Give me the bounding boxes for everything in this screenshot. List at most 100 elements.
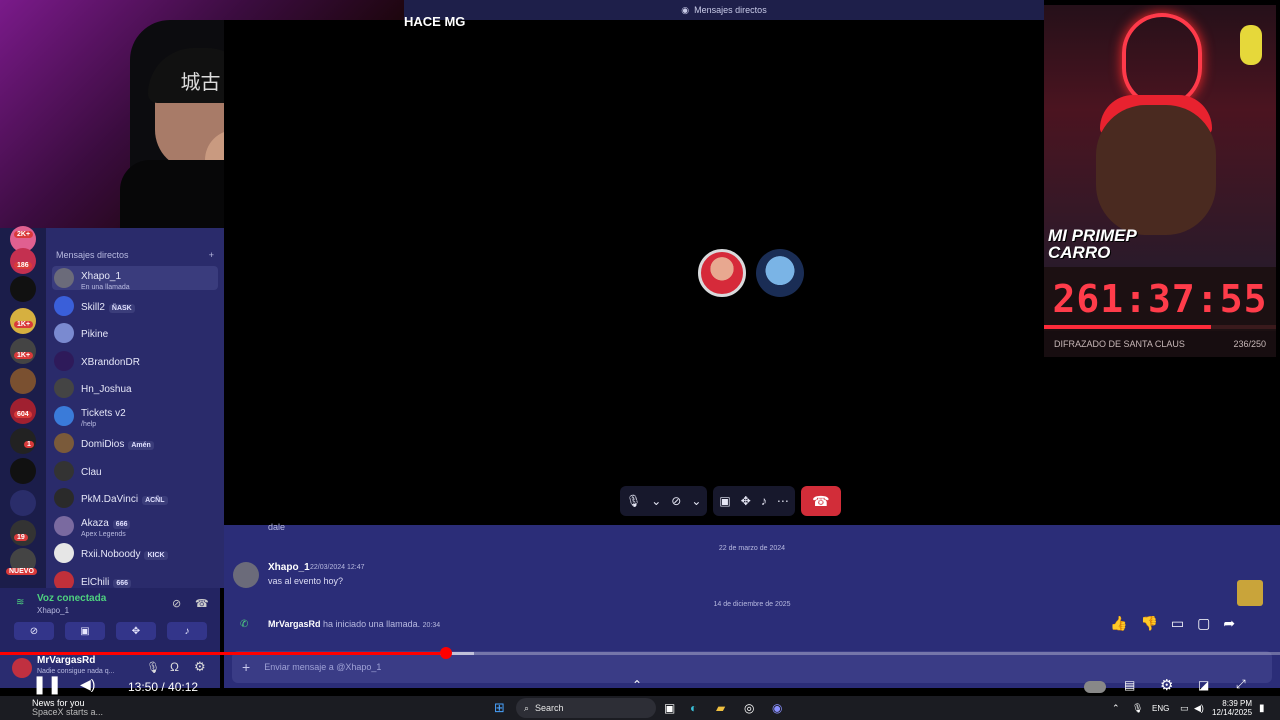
activities-icon: ✥ bbox=[131, 625, 141, 637]
discord-icon[interactable]: ◉ bbox=[772, 696, 782, 720]
taskbar-search[interactable]: ⌕ Search bbox=[516, 698, 656, 718]
language-indicator[interactable]: ENG bbox=[1152, 696, 1169, 720]
clock-time: 8:39 PM bbox=[1222, 699, 1253, 708]
badge: 186 bbox=[14, 262, 32, 269]
avatar[interactable] bbox=[233, 562, 259, 588]
video-actions: 👍 👎 ▭ ▢ ➦ bbox=[1110, 615, 1235, 632]
banana-icon bbox=[1240, 25, 1262, 65]
soundboard-icon[interactable]: ♪ bbox=[761, 494, 767, 508]
soundboard-button[interactable]: ♪ bbox=[167, 622, 207, 640]
sticker-icon[interactable] bbox=[1237, 580, 1263, 606]
badge: 19 bbox=[14, 534, 28, 541]
dm-tag: ÑASK bbox=[108, 303, 135, 313]
activity-button[interactable]: ✥ bbox=[116, 622, 156, 640]
hangup-button[interactable]: ☎ bbox=[800, 486, 841, 516]
volume-icon[interactable]: ◀) bbox=[1194, 696, 1204, 720]
discord-icon: ◉ bbox=[681, 4, 690, 15]
activities-icon[interactable]: ✥ bbox=[741, 494, 751, 508]
chrome-icon[interactable]: ◎ bbox=[744, 696, 754, 720]
avatar bbox=[54, 543, 74, 563]
dm-item[interactable]: Pikine bbox=[52, 321, 218, 345]
participant-avatar[interactable] bbox=[756, 249, 804, 297]
message-author[interactable]: Xhapo_1 bbox=[268, 562, 310, 573]
dm-item[interactable]: Skill2 ÑASK bbox=[52, 294, 218, 318]
server-icon[interactable] bbox=[10, 338, 36, 364]
share-icon[interactable]: ➦ bbox=[1223, 615, 1235, 632]
call-event-user[interactable]: MrVargasRd bbox=[268, 619, 321, 629]
dm-item[interactable]: Tickets v2/help bbox=[52, 404, 218, 428]
dm-line: Xhapo_1 bbox=[81, 266, 130, 284]
camera-button[interactable]: ⊘ bbox=[14, 622, 54, 640]
badge: 1K+ bbox=[14, 352, 34, 359]
task-view-icon[interactable]: ▣ bbox=[664, 696, 675, 720]
dm-name: Rxii.Noboody bbox=[81, 549, 141, 560]
dm-name: Tickets v2 bbox=[81, 408, 126, 419]
microphone-icon[interactable]: 🎙 bbox=[626, 494, 641, 508]
server-icon[interactable] bbox=[10, 248, 36, 274]
dm-name: Skill2 bbox=[81, 301, 105, 313]
dm-item[interactable]: Akaza 666 Apex Legends bbox=[52, 514, 218, 538]
microphone-icon[interactable]: 🎙 bbox=[1132, 696, 1143, 720]
chevron-up-icon[interactable]: ⌃ bbox=[632, 678, 642, 692]
pause-icon[interactable]: ❚❚ bbox=[32, 674, 62, 695]
add-dm-button[interactable]: + bbox=[209, 250, 214, 260]
server-icon[interactable] bbox=[10, 520, 36, 546]
dm-item[interactable]: Xhapo_1 En una llamada bbox=[52, 266, 218, 291]
dm-item[interactable]: Rxii.Noboody KICK bbox=[52, 541, 218, 565]
autoplay-toggle[interactable] bbox=[1084, 681, 1106, 693]
server-icon[interactable] bbox=[10, 490, 36, 516]
dm-text: Hn_Joshua bbox=[81, 379, 132, 397]
dm-tag: KICK bbox=[144, 551, 168, 560]
notification-icon[interactable]: ▮ bbox=[1259, 696, 1265, 720]
cast-icon[interactable]: ◪ bbox=[1198, 678, 1209, 692]
dm-item[interactable]: PkM.DaVinci ACÑL bbox=[52, 486, 218, 510]
fullscreen-icon[interactable]: ⤢ bbox=[1236, 677, 1246, 692]
chevron-down-icon[interactable]: ⌄ bbox=[691, 494, 701, 508]
dm-name: Xhapo_1 bbox=[81, 270, 122, 282]
file-explorer-icon[interactable]: ▰ bbox=[716, 696, 725, 720]
participant-avatar[interactable] bbox=[698, 249, 746, 297]
voice-channel[interactable]: Xhapo_1 bbox=[37, 606, 69, 615]
dm-text: Xhapo_1 En una llamada bbox=[81, 266, 130, 291]
stream-overlay: MI PRIMEP CARRO 261:37:55 DIFRAZADO DE S… bbox=[1044, 5, 1276, 357]
screen-share-button[interactable]: ▣ bbox=[65, 622, 105, 640]
chevron-down-icon[interactable]: ⌄ bbox=[651, 494, 661, 508]
server-icon[interactable] bbox=[10, 368, 36, 394]
news-widget[interactable]: News for you SpaceX starts a... bbox=[32, 696, 103, 720]
seek-handle[interactable] bbox=[440, 647, 452, 659]
dm-item[interactable]: XBrandonDR bbox=[52, 349, 218, 373]
goal-label: DIFRAZADO DE SANTA CLAUS bbox=[1054, 339, 1185, 349]
dm-item[interactable]: DomiDios Amén bbox=[52, 431, 218, 455]
dislike-icon[interactable]: 👎 bbox=[1140, 615, 1157, 632]
network-icon[interactable]: ▭ bbox=[1180, 696, 1189, 720]
subtitles-icon[interactable]: ▤ bbox=[1124, 678, 1135, 692]
dm-text: Tickets v2/help bbox=[81, 403, 126, 428]
dm-line: Clau bbox=[81, 462, 102, 480]
edge-icon[interactable]: ◐ bbox=[690, 696, 697, 720]
message-timestamp: 22/03/2024 12:47 bbox=[310, 564, 365, 571]
dm-item[interactable]: Hn_Joshua bbox=[52, 376, 218, 400]
chevron-up-icon[interactable]: ⌃ bbox=[1112, 696, 1120, 720]
search-label: Search bbox=[535, 703, 564, 713]
comments-icon[interactable]: ▭ bbox=[1171, 615, 1184, 632]
dm-text: Clau bbox=[81, 462, 102, 480]
seek-bar[interactable] bbox=[0, 652, 1280, 655]
camera-off-icon[interactable]: ⊘ bbox=[671, 494, 681, 508]
live-chat-icon[interactable]: ▢ bbox=[1197, 615, 1210, 632]
activity-group: ▣ ✥ ♪ ⋯ bbox=[713, 486, 795, 516]
noise-suppression-icon[interactable]: ⊘ bbox=[172, 597, 181, 610]
server-icon[interactable] bbox=[10, 276, 36, 302]
goal-count: 236/250 bbox=[1233, 339, 1266, 349]
disconnect-icon[interactable]: ☎ bbox=[195, 597, 209, 610]
screen-share-icon[interactable]: ▣ bbox=[719, 494, 730, 508]
windows-start-icon[interactable]: ⊞ bbox=[494, 696, 505, 720]
clock[interactable]: 8:39 PM 12/14/2025 bbox=[1212, 696, 1252, 720]
like-icon[interactable]: 👍 bbox=[1110, 615, 1127, 632]
goal-row: DIFRAZADO DE SANTA CLAUS 236/250 bbox=[1044, 331, 1276, 357]
dm-subtext: Apex Legends bbox=[81, 531, 126, 538]
settings-icon[interactable]: ⚙ bbox=[1160, 676, 1173, 694]
dm-item[interactable]: Clau bbox=[52, 459, 218, 483]
volume-icon[interactable]: ◀) bbox=[80, 676, 95, 693]
more-icon[interactable]: ⋯ bbox=[777, 494, 789, 508]
server-icon[interactable] bbox=[10, 458, 36, 484]
